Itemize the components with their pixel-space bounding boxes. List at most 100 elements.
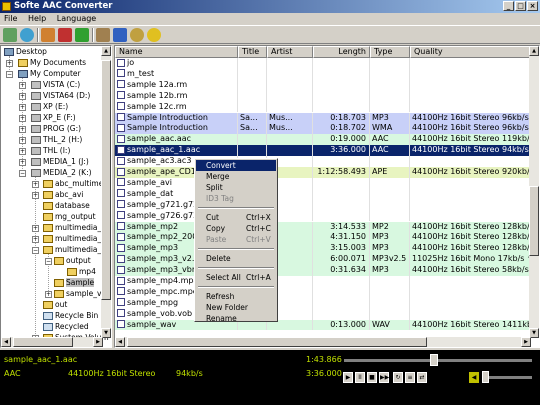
refresh-icon[interactable] — [20, 28, 34, 42]
cart-icon[interactable] — [113, 28, 127, 42]
expand-toggle[interactable]: + — [32, 192, 39, 199]
table-row[interactable]: sample_mp3 3:15.003 MP3 44100Hz 16bit Stere… — [115, 243, 531, 255]
tree-item[interactable]: output — [54, 256, 91, 266]
scroll-up-button[interactable]: ▲ — [529, 46, 539, 56]
table-row[interactable]: sample_mp2_2005D 4:31.150 MP3 44100Hz 16bit… — [115, 232, 531, 244]
tree-item[interactable]: multimedia_sa — [43, 245, 110, 255]
tree-item[interactable]: sample_v — [54, 289, 101, 299]
table-row[interactable]: sample_g721.g721 — [115, 199, 531, 211]
expand-toggle[interactable]: + — [19, 82, 26, 89]
add-files-icon[interactable] — [3, 28, 17, 42]
tree-item[interactable]: abc_avi — [43, 190, 83, 200]
collapse-toggle[interactable]: − — [6, 71, 13, 78]
table-row[interactable]: sample_vob.vob — [115, 308, 531, 320]
expand-toggle[interactable]: + — [19, 93, 26, 100]
pause-icon[interactable]: II — [355, 372, 365, 383]
expand-toggle[interactable]: + — [19, 137, 26, 144]
tree-item[interactable]: THL (I:) — [31, 146, 70, 156]
menu-language[interactable]: Language — [53, 14, 100, 23]
expand-toggle[interactable]: + — [19, 126, 26, 133]
expand-toggle[interactable]: + — [45, 291, 52, 298]
tree-item[interactable]: My Computer — [18, 69, 81, 79]
collapse-toggle[interactable]: − — [19, 170, 26, 177]
table-row[interactable]: sample_aac_1.aac 3:36.000 AAC 44100Hz 16bit… — [115, 145, 531, 157]
context-menu-item[interactable]: New Folder — [196, 302, 276, 313]
swap-icon[interactable] — [75, 28, 89, 42]
expand-toggle[interactable]: + — [32, 181, 39, 188]
context-menu-item[interactable]: Delete — [196, 253, 276, 264]
table-row[interactable]: sample 12a.rm — [115, 79, 531, 91]
table-row[interactable]: sample_mp3_vbr 0:31.634 MP3 44100Hz 16bit S… — [115, 265, 531, 276]
tree-item[interactable]: mg_output — [43, 212, 96, 222]
tree-item[interactable]: Desktop — [4, 47, 47, 57]
help-icon[interactable] — [147, 28, 161, 42]
table-row[interactable]: sample_mpg — [115, 297, 531, 309]
tree-item[interactable]: out — [43, 300, 67, 310]
column-header-artist[interactable]: Artist — [267, 46, 313, 58]
table-row[interactable]: sample_avi — [115, 177, 531, 189]
scroll-thumb[interactable] — [529, 186, 539, 256]
play-icon[interactable]: ▶ — [343, 372, 353, 383]
table-row[interactable]: sample_mpc.mpc — [115, 286, 531, 298]
table-row[interactable]: sample_mp4.mp4 — [115, 276, 531, 287]
tree-item[interactable]: multimedia_e — [43, 234, 106, 244]
expand-toggle[interactable]: + — [19, 148, 26, 155]
table-row[interactable]: sample_dat — [115, 188, 531, 200]
scroll-left-button[interactable]: ◀ — [115, 337, 125, 347]
table-row[interactable]: m_test — [115, 68, 531, 80]
column-header-length[interactable]: Length — [313, 46, 370, 58]
context-menu-item[interactable]: Select All Ctrl+A — [196, 272, 276, 283]
search-icon[interactable] — [130, 28, 144, 42]
expand-toggle[interactable]: + — [19, 159, 26, 166]
next-icon[interactable]: ▶▶ — [379, 372, 389, 383]
tree-item[interactable]: MEDIA_2 (K:) — [31, 168, 92, 178]
table-row[interactable]: sample_wav 0:13.000 WAV 44100Hz 16bit Stere… — [115, 319, 531, 331]
tree-vertical-scrollbar[interactable]: ▲ ▼ — [101, 46, 111, 338]
home-icon[interactable] — [96, 28, 110, 42]
list-vertical-scrollbar[interactable]: ▲ ▼ — [529, 46, 539, 338]
forward-arrow-icon[interactable] — [41, 28, 55, 42]
tree-item[interactable]: database — [43, 201, 90, 211]
table-row[interactable]: sample 12b.rm — [115, 90, 531, 102]
tree-item[interactable]: THL_2 (H:) — [31, 135, 82, 145]
column-header-title[interactable]: Title — [238, 46, 267, 58]
tree-item[interactable]: VISTA (C:) — [31, 80, 80, 90]
tree-item[interactable]: My Documents — [18, 58, 86, 68]
shuffle-icon[interactable]: ⇄ — [417, 372, 427, 383]
tree-item[interactable]: Sample — [54, 278, 95, 288]
convert-icon[interactable] — [58, 28, 72, 42]
volume-knob[interactable] — [482, 371, 489, 383]
playlist-icon[interactable]: ≡ — [405, 372, 415, 383]
tree-item[interactable]: XP (E:) — [31, 102, 68, 112]
table-row[interactable]: jo — [115, 58, 531, 69]
menu-help[interactable]: Help — [24, 14, 50, 23]
column-header-name[interactable]: Name — [115, 46, 238, 58]
stop-icon[interactable]: ■ — [367, 372, 377, 383]
volume-slider[interactable] — [482, 371, 532, 383]
scroll-left-button[interactable]: ◀ — [1, 337, 11, 347]
menu-file[interactable]: File — [0, 14, 21, 23]
minimize-button[interactable]: _ — [503, 1, 514, 11]
collapse-toggle[interactable]: + — [6, 60, 13, 67]
column-header-quality[interactable]: Quality — [410, 46, 531, 58]
speaker-icon[interactable]: ◀ — [469, 372, 479, 383]
context-menu-item[interactable]: Refresh — [196, 291, 276, 302]
table-row[interactable]: sample 12c.rm — [115, 101, 531, 113]
table-row[interactable]: sample_ape_CD1lm 1:12:58.493 APE 44100Hz 16… — [115, 167, 531, 178]
tree-item[interactable]: XP_E (F:) — [31, 113, 76, 123]
context-menu-item[interactable]: Split — [196, 182, 276, 193]
tree-item[interactable]: Recycled — [43, 322, 89, 332]
scroll-up-button[interactable]: ▲ — [101, 46, 111, 56]
scroll-thumb[interactable] — [13, 337, 73, 347]
scroll-right-button[interactable]: ▶ — [93, 337, 103, 347]
context-menu-item[interactable]: Cut Ctrl+X — [196, 212, 276, 223]
collapse-toggle[interactable]: − — [45, 258, 52, 265]
table-row[interactable]: sample_aac.aac 0:19.000 AAC 44100Hz 16bit S… — [115, 134, 531, 146]
context-menu-item[interactable]: Convert — [196, 160, 276, 171]
repeat-icon[interactable]: ↻ — [393, 372, 403, 383]
maximize-button[interactable]: □ — [515, 1, 526, 11]
list-horizontal-scrollbar[interactable]: ◀ ▶ — [115, 337, 531, 347]
tree-item[interactable]: multimedia_2 — [43, 223, 106, 233]
tree-item[interactable]: MEDIA_1 (J:) — [31, 157, 89, 167]
tree-item[interactable]: Recycle Bin — [43, 311, 98, 321]
